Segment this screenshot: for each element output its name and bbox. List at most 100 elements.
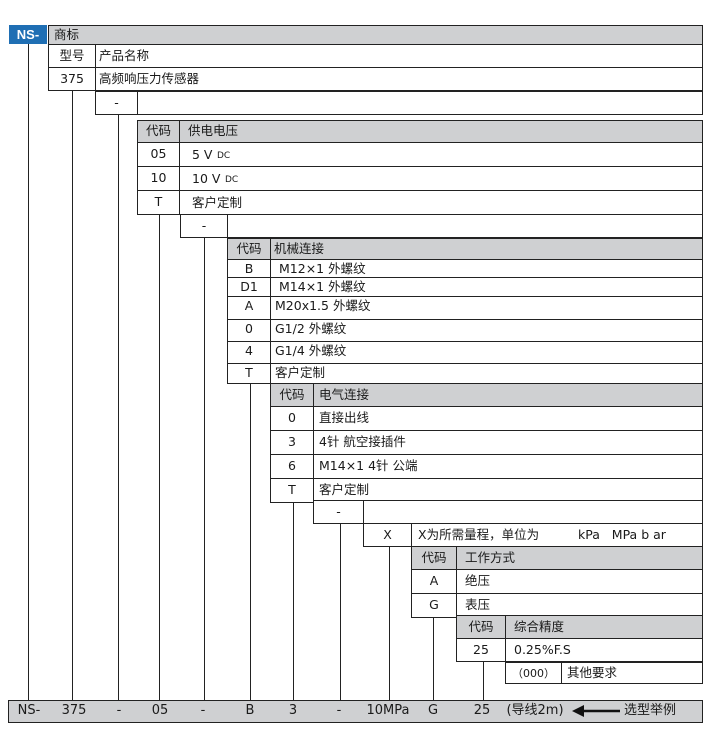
separator-cell: - xyxy=(95,91,138,115)
mech-header-name-cell: 机械连接 xyxy=(270,238,703,260)
example-item: - xyxy=(200,703,206,718)
separator-fill xyxy=(227,214,703,238)
connector-line xyxy=(483,662,484,700)
mech-desc: G1/2 外螺纹 xyxy=(275,321,347,336)
mode-code-cell: G xyxy=(411,593,457,618)
elec-code-cell: T xyxy=(270,478,314,503)
mode-desc: 表压 xyxy=(465,597,491,612)
connector-line xyxy=(389,546,390,700)
supply-code-cell: 05 xyxy=(137,142,180,167)
elec-desc: M14×1 4针 公端 xyxy=(319,458,418,473)
model-header-code: 型号 xyxy=(59,48,85,63)
elec-code: 3 xyxy=(288,434,296,449)
connector-line xyxy=(118,114,119,700)
range-desc: X为所需量程，单位为 xyxy=(418,527,540,542)
mech-header-code: 代码 xyxy=(236,241,262,256)
elec-code-cell: 0 xyxy=(270,406,314,431)
supply-desc-cell: 5 V DC xyxy=(179,142,703,167)
brand-header: 商标 xyxy=(48,25,703,45)
separator-cell: - xyxy=(313,500,364,524)
elec-desc-cell: M14×1 4针 公端 xyxy=(313,454,703,479)
example-item: 05 xyxy=(151,703,169,718)
elec-header-name-cell: 电气连接 xyxy=(313,383,703,407)
elec-desc-cell: 直接出线 xyxy=(313,406,703,431)
elec-desc: 4针 航空接插件 xyxy=(319,434,406,449)
supply-desc: 5 V xyxy=(192,147,213,162)
elec-code-cell: 6 xyxy=(270,454,314,479)
mech-desc-cell: M12×1 外螺纹 xyxy=(270,259,703,278)
mode-code-cell: A xyxy=(411,569,457,594)
separator-dash: - xyxy=(114,95,119,110)
mech-desc: G1/4 外螺纹 xyxy=(275,343,347,358)
mode-header-code-cell: 代码 xyxy=(411,546,457,570)
acc-desc: 0.25%F.S xyxy=(514,642,571,657)
elec-desc: 客户定制 xyxy=(319,482,370,497)
mech-code: A xyxy=(244,298,254,313)
connector-line xyxy=(433,615,434,700)
supply-desc: 10 V xyxy=(192,171,221,186)
mech-code: D1 xyxy=(240,279,258,294)
supply-code: 05 xyxy=(150,146,167,161)
mode-header-name-cell: 工作方式 xyxy=(456,546,703,570)
connector-line xyxy=(72,91,73,700)
mode-desc-cell: 绝压 xyxy=(456,569,703,594)
supply-header-name: 供电电压 xyxy=(188,123,239,138)
mode-code: A xyxy=(429,573,439,588)
example-item: NS- xyxy=(17,703,41,718)
supply-desc-cell: 客户定制 xyxy=(179,190,703,215)
mode-header-code: 代码 xyxy=(421,550,447,565)
supply-header-code: 代码 xyxy=(145,123,171,138)
elec-desc: 直接出线 xyxy=(319,410,370,425)
brand-header-label: 商标 xyxy=(54,27,80,42)
example-item: 375 xyxy=(61,703,87,718)
connector-line xyxy=(293,500,294,700)
model-name: 高频响压力传感器 xyxy=(99,71,200,86)
supply-code: T xyxy=(154,194,163,209)
mech-desc-cell: 客户定制 xyxy=(270,363,703,384)
example-item: 25 xyxy=(473,703,491,718)
brand-logo: NS- xyxy=(9,25,47,44)
elec-code: T xyxy=(288,482,296,497)
connector-line xyxy=(250,383,251,700)
example-item: 10MPa xyxy=(366,703,410,718)
example-item: (导线2m) xyxy=(506,703,564,718)
model-code: 375 xyxy=(60,71,84,86)
connector-line xyxy=(340,523,341,700)
mech-desc-cell: G1/4 外螺纹 xyxy=(270,341,703,364)
example-item: B xyxy=(245,703,255,718)
acc-header-code: 代码 xyxy=(468,619,494,634)
mech-header-code-cell: 代码 xyxy=(227,238,271,260)
acc-header-code-cell: 代码 xyxy=(456,615,506,639)
model-header-name: 产品名称 xyxy=(99,48,150,63)
model-name-cell: 高频响压力传感器 xyxy=(95,67,703,91)
elec-code: 0 xyxy=(288,410,296,425)
supply-desc: 客户定制 xyxy=(192,195,243,210)
mech-desc-cell: M14×1 外螺纹 xyxy=(270,277,703,297)
example-item: - xyxy=(336,703,342,718)
separator-dash: - xyxy=(336,504,341,519)
example-item: G xyxy=(427,703,439,718)
mech-code-cell: T xyxy=(227,363,271,384)
connector-line xyxy=(28,44,29,700)
supply-desc-cell: 10 V DC xyxy=(179,166,703,191)
mech-code-cell: A xyxy=(227,296,271,320)
mech-desc: M12×1 外螺纹 xyxy=(279,261,366,276)
elec-desc-cell: 4针 航空接插件 xyxy=(313,430,703,455)
elec-header-name: 电气连接 xyxy=(319,387,370,402)
mech-code-cell: D1 xyxy=(227,277,271,297)
range-desc-cell: X为所需量程，单位为 kPa MPa b ar xyxy=(411,523,703,547)
acc-other-code-cell: （000） xyxy=(505,662,562,684)
elec-code: 6 xyxy=(288,458,296,473)
mech-code: 4 xyxy=(245,343,253,358)
separator-cell: - xyxy=(180,214,228,238)
acc-header-name: 综合精度 xyxy=(514,619,565,634)
acc-code-cell: 25 xyxy=(456,638,506,662)
connector-line xyxy=(159,214,160,700)
acc-other-desc-cell: 其他要求 xyxy=(561,662,703,684)
acc-other-desc: 其他要求 xyxy=(567,665,618,680)
elec-header-code: 代码 xyxy=(279,387,305,402)
mode-header-name: 工作方式 xyxy=(465,550,516,565)
range-code: X xyxy=(383,527,392,542)
mech-desc: 客户定制 xyxy=(275,365,326,380)
separator-dash: - xyxy=(201,218,207,233)
